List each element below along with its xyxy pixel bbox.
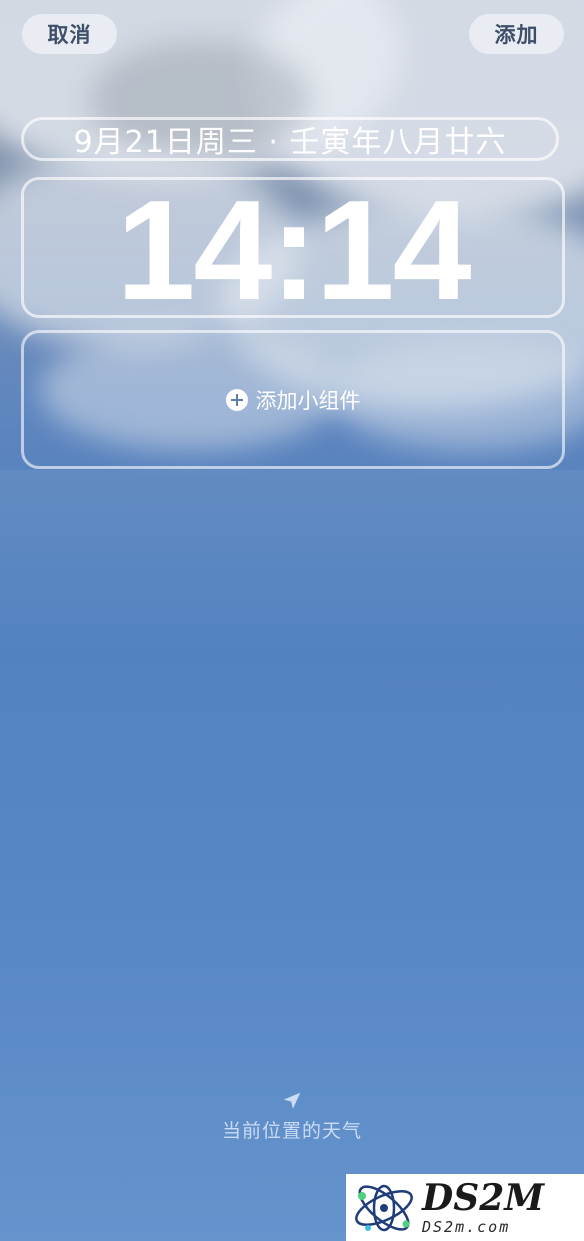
watermark-domain: DS2m.com bbox=[422, 1217, 511, 1236]
date-widget[interactable]: 9月21日周三 · 壬寅年八月廿六 bbox=[21, 117, 559, 161]
location-arrow-icon bbox=[283, 1092, 301, 1109]
atom-logo-icon bbox=[355, 1184, 413, 1232]
add-widget-label: 添加小组件 bbox=[255, 388, 361, 413]
plus-circle-icon bbox=[225, 388, 248, 411]
cancel-button[interactable]: 取消 bbox=[22, 14, 117, 54]
widget-area[interactable]: 添加小组件 bbox=[21, 330, 565, 469]
date-text: 9月21日周三 · 壬寅年八月廿六 bbox=[73, 125, 507, 160]
watermark-brand: DS2M bbox=[422, 1176, 545, 1219]
weather-label: 当前位置的天气 bbox=[221, 1120, 362, 1142]
clock-box[interactable]: 14:14 bbox=[21, 177, 565, 321]
add-button[interactable]: 添加 bbox=[469, 14, 564, 54]
watermark: DS2M DS2m.com bbox=[346, 1174, 584, 1241]
clock-time: 14:14 bbox=[116, 170, 471, 330]
add-widget-button[interactable]: 添加小组件 bbox=[225, 385, 361, 415]
weather-hint[interactable]: 当前位置的天气 bbox=[0, 1090, 584, 1143]
